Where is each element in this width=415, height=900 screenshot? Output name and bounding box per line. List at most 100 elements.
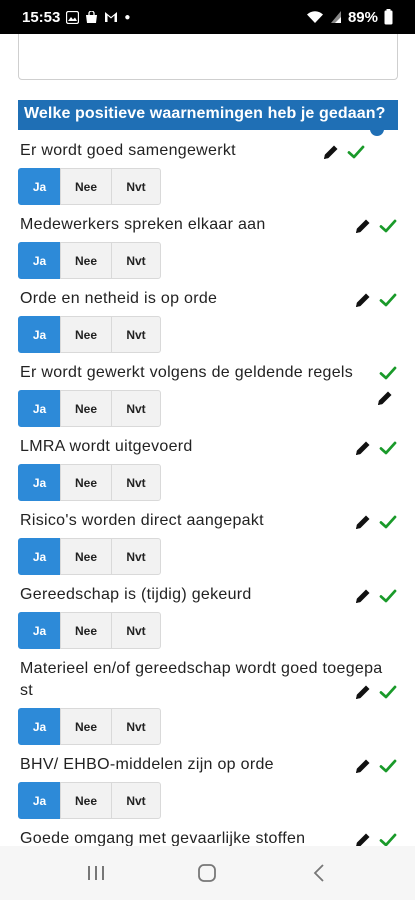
question-label: BHV/ EHBO-middelen zijn op orde <box>20 756 274 773</box>
section-title: Welke positieve waarnemingen heb je geda… <box>24 105 386 122</box>
option-nvt-button[interactable]: Nvt <box>111 464 161 501</box>
answer-segmented-control: Ja Nee Nvt <box>18 316 161 353</box>
check-icon <box>379 589 397 603</box>
status-left: 15:53 ● <box>22 9 130 26</box>
form-content[interactable]: Welke positieve waarnemingen heb je geda… <box>0 34 415 846</box>
pencil-icon <box>356 441 370 455</box>
option-nee-button[interactable]: Nee <box>60 464 112 501</box>
pencil-icon <box>324 145 338 159</box>
option-nee-button[interactable]: Nee <box>60 390 112 427</box>
status-time: 15:53 <box>22 8 61 26</box>
option-nee-button[interactable]: Nee <box>60 782 112 819</box>
remarks-textarea[interactable] <box>18 34 398 80</box>
section-header: Welke positieve waarnemingen heb je geda… <box>18 100 398 136</box>
answer-segmented-control: Ja Nee Nvt <box>18 538 161 575</box>
pencil-icon <box>378 391 392 405</box>
answer-segmented-control: Ja Nee Nvt <box>18 612 161 649</box>
edit-action[interactable] <box>353 216 397 236</box>
check-icon <box>379 685 397 699</box>
pencil-icon <box>356 589 370 603</box>
check-icon <box>379 833 397 846</box>
shop-icon <box>86 10 98 23</box>
check-icon <box>379 293 397 307</box>
status-right: 89% <box>306 9 393 26</box>
option-nee-button[interactable]: Nee <box>60 612 112 649</box>
gmail-icon <box>105 12 118 22</box>
notification-dot-icon: ● <box>124 11 131 23</box>
option-nvt-button[interactable]: Nvt <box>111 316 161 353</box>
option-nvt-button[interactable]: Nvt <box>111 612 161 649</box>
home-icon <box>198 864 217 882</box>
option-ja-button[interactable]: Ja <box>18 612 61 649</box>
edit-action[interactable] <box>353 438 397 458</box>
option-nee-button[interactable]: Nee <box>60 242 112 279</box>
answer-segmented-control: Ja Nee Nvt <box>18 242 161 279</box>
question-label: Medewerkers spreken elkaar aan <box>20 216 266 233</box>
question-label: Er wordt goed samengewerkt <box>20 142 236 159</box>
check-icon <box>347 145 365 159</box>
option-nvt-button[interactable]: Nvt <box>111 390 161 427</box>
edit-action[interactable] <box>353 512 397 532</box>
back-button[interactable] <box>299 858 339 888</box>
option-ja-button[interactable]: Ja <box>18 464 61 501</box>
option-ja-button[interactable]: Ja <box>18 316 61 353</box>
question-label: Er wordt gewerkt volgens de geldende reg… <box>20 364 354 381</box>
option-ja-button[interactable]: Ja <box>18 782 61 819</box>
status-indicator <box>379 364 397 382</box>
question-label: Goede omgang met gevaarlijke stoffen <box>20 830 306 846</box>
image-icon <box>66 10 80 24</box>
signal-icon <box>330 11 341 23</box>
pencil-icon <box>356 759 370 773</box>
option-nee-button[interactable]: Nee <box>60 168 112 205</box>
option-nvt-button[interactable]: Nvt <box>111 782 161 819</box>
option-ja-button[interactable]: Ja <box>18 168 61 205</box>
recents-icon <box>87 866 104 880</box>
question-label: Materieel en/of gereedschap wordt goed t… <box>20 660 383 699</box>
recent-apps-button[interactable] <box>76 858 116 888</box>
check-icon <box>379 366 397 380</box>
option-nee-button[interactable]: Nee <box>60 708 112 745</box>
pencil-icon <box>356 219 370 233</box>
pencil-icon <box>356 515 370 529</box>
edit-action[interactable] <box>353 290 397 310</box>
battery-icon <box>384 9 393 25</box>
answer-segmented-control: Ja Nee Nvt <box>18 390 161 427</box>
option-nee-button[interactable]: Nee <box>60 316 112 353</box>
edit-action[interactable] <box>375 388 395 408</box>
pencil-icon <box>356 293 370 307</box>
option-nvt-button[interactable]: Nvt <box>111 708 161 745</box>
option-ja-button[interactable]: Ja <box>18 242 61 279</box>
check-icon <box>379 441 397 455</box>
option-nvt-button[interactable]: Nvt <box>111 538 161 575</box>
edit-action[interactable] <box>353 586 397 606</box>
home-button[interactable] <box>187 858 227 888</box>
option-nee-button[interactable]: Nee <box>60 538 112 575</box>
edit-action[interactable] <box>353 682 397 702</box>
check-icon <box>379 219 397 233</box>
option-nvt-button[interactable]: Nvt <box>111 168 161 205</box>
check-icon <box>379 515 397 529</box>
answer-segmented-control: Ja Nee Nvt <box>18 782 161 819</box>
back-icon <box>313 864 324 882</box>
pencil-icon <box>356 833 370 846</box>
question-label: LMRA wordt uitgevoerd <box>20 438 193 455</box>
check-icon <box>379 759 397 773</box>
edit-action[interactable] <box>353 830 397 846</box>
answer-segmented-control: Ja Nee Nvt <box>18 708 161 745</box>
option-ja-button[interactable]: Ja <box>18 538 61 575</box>
answer-segmented-control: Ja Nee Nvt <box>18 464 161 501</box>
option-ja-button[interactable]: Ja <box>18 708 61 745</box>
battery-percent: 89% <box>347 8 378 26</box>
status-bar: 15:53 ● 89% <box>0 0 415 34</box>
wifi-icon <box>306 11 323 23</box>
edit-action[interactable] <box>321 142 365 162</box>
answer-segmented-control: Ja Nee Nvt <box>18 168 161 205</box>
pencil-icon <box>356 685 370 699</box>
question-label: Gereedschap is (tijdig) gekeurd <box>20 586 252 603</box>
header-tooltip-tail <box>370 124 384 136</box>
option-ja-button[interactable]: Ja <box>18 390 61 427</box>
question-label: Orde en netheid is op orde <box>20 290 218 307</box>
edit-action[interactable] <box>353 756 397 776</box>
option-nvt-button[interactable]: Nvt <box>111 242 161 279</box>
question-label: Risico's worden direct aangepakt <box>20 512 264 529</box>
